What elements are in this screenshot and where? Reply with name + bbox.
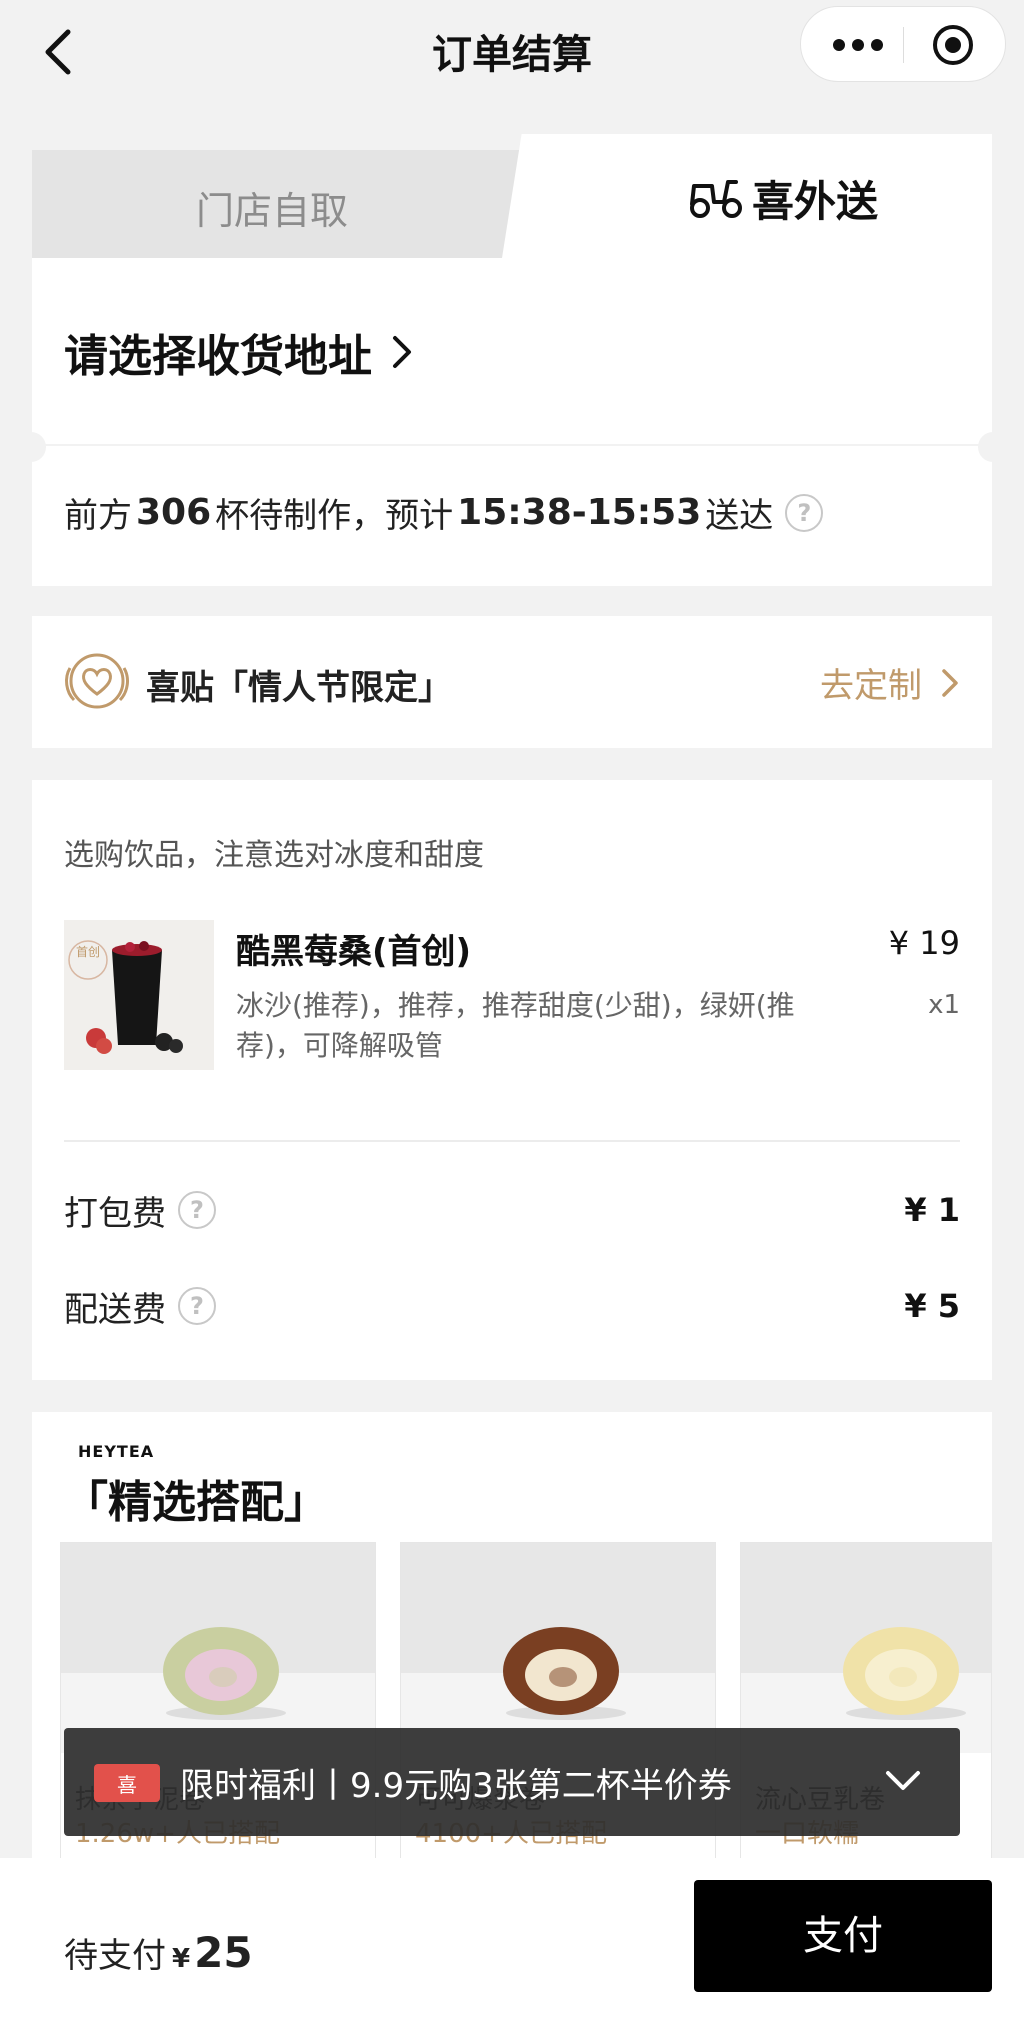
more-icon[interactable] [831, 31, 885, 59]
product-spec: 冰沙(推荐)，推荐，推荐甜度(少甜)，绿妍(推荐)，可降解吸管 [236, 989, 795, 1062]
brand-logo: HEYTEA [78, 1442, 155, 1461]
order-card: 选购饮品，注意选对冰度和甜度 首创 酷黑莓桑(首创) 冰沙(推荐)，推荐，推荐甜… [32, 780, 992, 1380]
eta-text: 前方 306 杯待制作，预计 15:38-15:53 送达 ? [64, 488, 824, 537]
mini-program-capsule [800, 6, 1006, 82]
packaging-fee-label: 打包费 [64, 1193, 166, 1234]
tab-pickup-label: 门店自取 [195, 189, 348, 233]
drink-cup-image: 首创 [64, 920, 214, 1070]
product-name: 酷黑莓桑(首创) [236, 932, 472, 972]
select-address-link[interactable]: 请选择收货地址 [64, 320, 414, 384]
chevron-right-icon [393, 336, 411, 368]
packaging-fee-amount: ¥ 1 [904, 1191, 960, 1229]
product-badge: 首创 [76, 945, 100, 959]
product-image: 首创 [64, 920, 214, 1070]
pay-button[interactable]: 支付 [694, 1880, 992, 1992]
eta-prefix: 前方 [64, 496, 132, 536]
order-hint: 选购饮品，注意选对冰度和甜度 [64, 838, 484, 873]
currency-symbol: ¥ [172, 1944, 191, 1974]
queue-count: 306 [136, 492, 212, 533]
help-icon[interactable]: ? [178, 1191, 216, 1229]
coupon-icon: 喜 [94, 1764, 160, 1802]
tab-delivery-label: 喜外送 [752, 177, 879, 226]
address-card[interactable]: 请选择收货地址 [32, 258, 992, 446]
delivery-fee-amount: ¥ 5 [904, 1287, 960, 1325]
help-icon[interactable]: ? [178, 1287, 216, 1325]
cake-roll-image [843, 1627, 966, 1720]
recommendations-title: 「精选搭配」 [64, 1477, 328, 1528]
delivery-mode-tabs: 门店自取 喜外送 [32, 134, 992, 258]
eta-mid: 杯待制作，预计 [215, 496, 454, 536]
delivery-fee-label: 配送费 [64, 1289, 166, 1330]
product-quantity: x1 [928, 990, 960, 1020]
help-icon[interactable]: ? [785, 493, 824, 532]
customize-link[interactable]: 去定制 [820, 658, 960, 707]
delivery-fee-row: 配送费 ? ¥ 5 [64, 1276, 960, 1336]
capsule-divider [903, 27, 904, 63]
packaging-fee-row: 打包费 ? ¥ 1 [64, 1180, 960, 1240]
eta-time: 15:38-15:53 [457, 492, 702, 533]
chevron-right-icon [942, 668, 958, 697]
coupon-tag: 喜 [117, 1773, 137, 1797]
eta-suffix: 送达 [705, 496, 774, 536]
cake-roll-image [503, 1627, 626, 1720]
product-price: ¥ 19 [888, 924, 960, 962]
close-target-icon[interactable] [931, 23, 975, 67]
tab-delivery[interactable]: 喜外送 [502, 134, 992, 258]
amount-due-value: 25 [194, 1928, 253, 1977]
eta-card: 前方 306 杯待制作，预计 15:38-15:53 送达 ? [32, 446, 992, 586]
ticket-notch-left [16, 432, 46, 462]
amount-due: 待支付 ¥ 25 [64, 1928, 253, 1977]
address-label: 请选择收货地址 [64, 331, 372, 382]
order-divider [64, 1140, 960, 1142]
sticker-card[interactable]: 喜贴「情人节限定」 去定制 [32, 616, 992, 748]
promo-text: 限时福利丨9.9元购3张第二杯半价券 [180, 1766, 732, 1806]
tab-pickup[interactable]: 门店自取 [32, 150, 532, 258]
promo-banner[interactable]: 喜 限时福利丨9.9元购3张第二杯半价券 [64, 1728, 960, 1836]
scooter-icon [690, 180, 742, 218]
sticker-title: 喜贴「情人节限定」 [146, 668, 452, 708]
amount-due-label: 待支付 [64, 1936, 166, 1976]
navigation-bar: 订单结算 [0, 0, 1024, 104]
chevron-down-icon[interactable] [884, 1768, 922, 1794]
cake-roll-image [163, 1627, 286, 1720]
heart-badge-icon [65, 653, 129, 709]
checkout-bar: 待支付 ¥ 25 支付 [0, 1858, 1024, 2043]
ticket-notch-right [978, 432, 1008, 462]
customize-label: 去定制 [820, 666, 922, 706]
